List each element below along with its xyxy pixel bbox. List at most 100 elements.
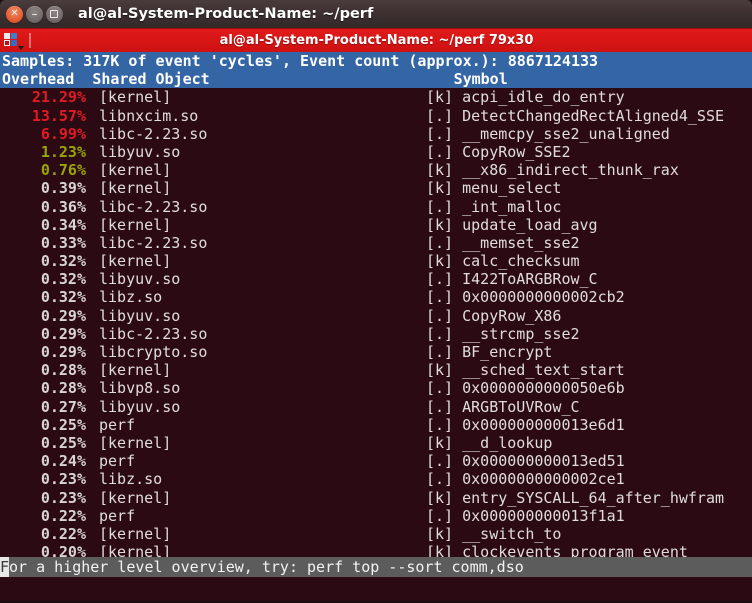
row-symbol: [k] menu_select bbox=[426, 179, 562, 198]
row-overhead-percent: 0.29% bbox=[40, 343, 86, 361]
table-row[interactable]: 0.39% [kernel] [k] menu_select bbox=[0, 179, 752, 197]
menu-icon-quad-4 bbox=[11, 39, 17, 46]
terminal-window: ✕ – al@al-System-Product-Name: ~/perf al… bbox=[0, 0, 752, 603]
perf-report-rows: 21.29% [kernel] [k] acpi_idle_do_entry 13.5… bbox=[0, 88, 752, 557]
table-row[interactable]: 0.22% perf [.] 0x000000000013f1a1 bbox=[0, 507, 752, 525]
row-overhead-percent: 0.33% bbox=[40, 233, 86, 252]
table-row[interactable]: 0.33% libc-2.23.so [.] __memset_sse2 bbox=[0, 234, 752, 252]
terminal-menu-icon[interactable] bbox=[4, 32, 24, 50]
maximize-window-button[interactable] bbox=[46, 5, 63, 23]
row-shared-object: libyuv.so bbox=[99, 397, 181, 416]
table-row[interactable]: 0.76% [kernel] [k] __x86_indirect_thunk_ra… bbox=[0, 161, 752, 179]
row-overhead-percent: 0.22% bbox=[40, 506, 86, 525]
minimize-window-button[interactable]: – bbox=[26, 5, 43, 23]
row-overhead-percent: 0.22% bbox=[40, 524, 86, 543]
table-row[interactable]: 0.22% [kernel] [k] __switch_to bbox=[0, 525, 752, 543]
table-row[interactable]: 0.36% libc-2.23.so [.] _int_malloc bbox=[0, 198, 752, 216]
close-icon: ✕ bbox=[10, 8, 19, 19]
menu-icon-quad-3 bbox=[4, 39, 10, 46]
table-row[interactable]: 0.23% [kernel] [k] entry_SYSCALL_64_after_… bbox=[0, 489, 752, 507]
menu-icon-quad-1 bbox=[4, 32, 10, 39]
row-overhead-percent: 0.20% bbox=[40, 543, 86, 557]
table-row[interactable]: 0.28% [kernel] [k] __sched_text_start bbox=[0, 361, 752, 379]
terminal-bottom-padding bbox=[0, 577, 752, 603]
row-overhead-percent: 0.29% bbox=[40, 324, 86, 343]
row-symbol: [k] __d_lookup bbox=[426, 433, 553, 452]
table-row[interactable]: 0.27% libyuv.so [.] ARGBToUVRow_C bbox=[0, 398, 752, 416]
table-row[interactable]: 0.32% libz.so [.] 0x0000000000002cb2 bbox=[0, 288, 752, 306]
table-row[interactable]: 0.29% libcrypto.so [.] BF_encrypt bbox=[0, 343, 752, 361]
row-symbol: [k] update_load_avg bbox=[426, 215, 598, 234]
row-shared-object: perf bbox=[99, 415, 136, 434]
close-window-button[interactable]: ✕ bbox=[6, 5, 23, 23]
row-overhead-percent: 0.28% bbox=[40, 361, 86, 380]
row-symbol: [.] 0x0000000000002ce1 bbox=[426, 470, 625, 489]
row-shared-object: libvp8.so bbox=[99, 379, 181, 398]
row-symbol: [.] __strcmp_sse2 bbox=[426, 324, 580, 343]
table-row[interactable]: 0.24% perf [.] 0x000000000013ed51 bbox=[0, 452, 752, 470]
row-overhead-percent: 0.28% bbox=[40, 379, 86, 398]
row-overhead-percent: 6.99% bbox=[40, 124, 86, 143]
samples-summary-line: Samples: 317K of event 'cycles', Event c… bbox=[2, 52, 599, 70]
row-shared-object: libc-2.23.so bbox=[99, 233, 208, 252]
row-overhead-percent: 0.76% bbox=[40, 161, 86, 180]
column-header-symbol: Symbol bbox=[453, 70, 508, 89]
table-row[interactable]: 0.25% [kernel] [k] __d_lookup bbox=[0, 434, 752, 452]
row-shared-object: libyuv.so bbox=[99, 142, 181, 161]
row-symbol: [k] __x86_indirect_thunk_rax bbox=[426, 161, 679, 180]
row-symbol: [.] DetectChangedRectAligned4_SSE bbox=[426, 106, 725, 125]
terminal-status-bar: For a higher level overview, try: perf t… bbox=[0, 557, 752, 577]
row-shared-object: [kernel] bbox=[99, 179, 172, 198]
row-symbol: [.] 0x000000000013ed51 bbox=[426, 452, 625, 471]
column-header-overhead: Overhead bbox=[2, 70, 75, 89]
table-row[interactable]: 13.57% libnxcim.so [.] DetectChangedRectAl… bbox=[0, 107, 752, 125]
header-gap-1 bbox=[74, 70, 92, 88]
row-symbol: [k] calc_checksum bbox=[426, 252, 580, 271]
table-row[interactable]: 0.29% libc-2.23.so [.] __strcmp_sse2 bbox=[0, 325, 752, 343]
row-overhead-percent: 0.25% bbox=[40, 415, 86, 434]
row-symbol: [k] entry_SYSCALL_64_after_hwfram bbox=[426, 488, 725, 507]
table-row[interactable]: 0.32% libyuv.so [.] I422ToARGBRow_C bbox=[0, 270, 752, 288]
row-shared-object: libyuv.so bbox=[99, 270, 181, 289]
row-shared-object: [kernel] bbox=[99, 215, 172, 234]
row-shared-object: [kernel] bbox=[99, 433, 172, 452]
row-shared-object: libcrypto.so bbox=[99, 343, 208, 361]
table-row[interactable]: 0.23% libz.so [.] 0x0000000000002ce1 bbox=[0, 470, 752, 488]
table-row[interactable]: 0.25% perf [.] 0x000000000013e6d1 bbox=[0, 416, 752, 434]
row-overhead-percent: 0.25% bbox=[40, 433, 86, 452]
row-symbol: [k] clockevents_program_event bbox=[426, 543, 688, 557]
row-overhead-percent: 0.34% bbox=[40, 215, 86, 234]
window-titlebar[interactable]: ✕ – al@al-System-Product-Name: ~/perf bbox=[0, 0, 752, 28]
row-overhead-percent: 1.23% bbox=[40, 142, 86, 161]
row-shared-object: [kernel] bbox=[99, 252, 172, 271]
table-row[interactable]: 0.28% libvp8.so [.] 0x0000000000050e6b bbox=[0, 379, 752, 397]
table-row[interactable]: 0.29% libyuv.so [.] CopyRow_X86 bbox=[0, 307, 752, 325]
row-shared-object: [kernel] bbox=[99, 361, 172, 380]
table-row[interactable]: 1.23% libyuv.so [.] CopyRow_SSE2 bbox=[0, 143, 752, 161]
table-row[interactable]: 0.34% [kernel] [k] update_load_avg bbox=[0, 216, 752, 234]
row-shared-object: libz.so bbox=[99, 470, 163, 489]
row-symbol: [k] __sched_text_start bbox=[426, 361, 625, 380]
active-tab-title[interactable]: al@al-System-Product-Name: ~/perf 79x30 bbox=[31, 29, 752, 53]
row-shared-object: libz.so bbox=[99, 288, 163, 307]
row-symbol: [.] __memcpy_sse2_unaligned bbox=[426, 124, 670, 143]
row-overhead-percent: 0.27% bbox=[40, 397, 86, 416]
table-row[interactable]: 21.29% [kernel] [k] acpi_idle_do_entry bbox=[0, 88, 752, 106]
status-bar-text: or a higher level overview, try: perf to… bbox=[9, 558, 524, 576]
row-shared-object: libyuv.so bbox=[99, 306, 181, 325]
row-symbol: [.] 0x000000000013e6d1 bbox=[426, 415, 625, 434]
row-overhead-percent: 0.39% bbox=[40, 179, 86, 198]
table-row[interactable]: 6.99% libc-2.23.so [.] __memcpy_sse2_unali… bbox=[0, 125, 752, 143]
row-symbol: [.] CopyRow_X86 bbox=[426, 306, 562, 325]
row-shared-object: [kernel] bbox=[99, 543, 172, 557]
row-shared-object: perf bbox=[99, 452, 136, 471]
table-row[interactable]: 0.32% [kernel] [k] calc_checksum bbox=[0, 252, 752, 270]
header-gap-2 bbox=[210, 70, 454, 88]
column-header-shared-object: Shared Object bbox=[92, 70, 210, 89]
row-overhead-percent: 0.24% bbox=[40, 452, 86, 471]
row-symbol: [.] __memset_sse2 bbox=[426, 233, 580, 252]
table-row[interactable]: 0.20% [kernel] [k] clockevents_program_eve… bbox=[0, 543, 752, 557]
terminal-screen[interactable]: Samples: 317K of event 'cycles', Event c… bbox=[0, 52, 752, 557]
terminal-tabbar[interactable]: al@al-System-Product-Name: ~/perf 79x30 bbox=[0, 28, 752, 52]
row-shared-object: [kernel] bbox=[99, 88, 172, 107]
